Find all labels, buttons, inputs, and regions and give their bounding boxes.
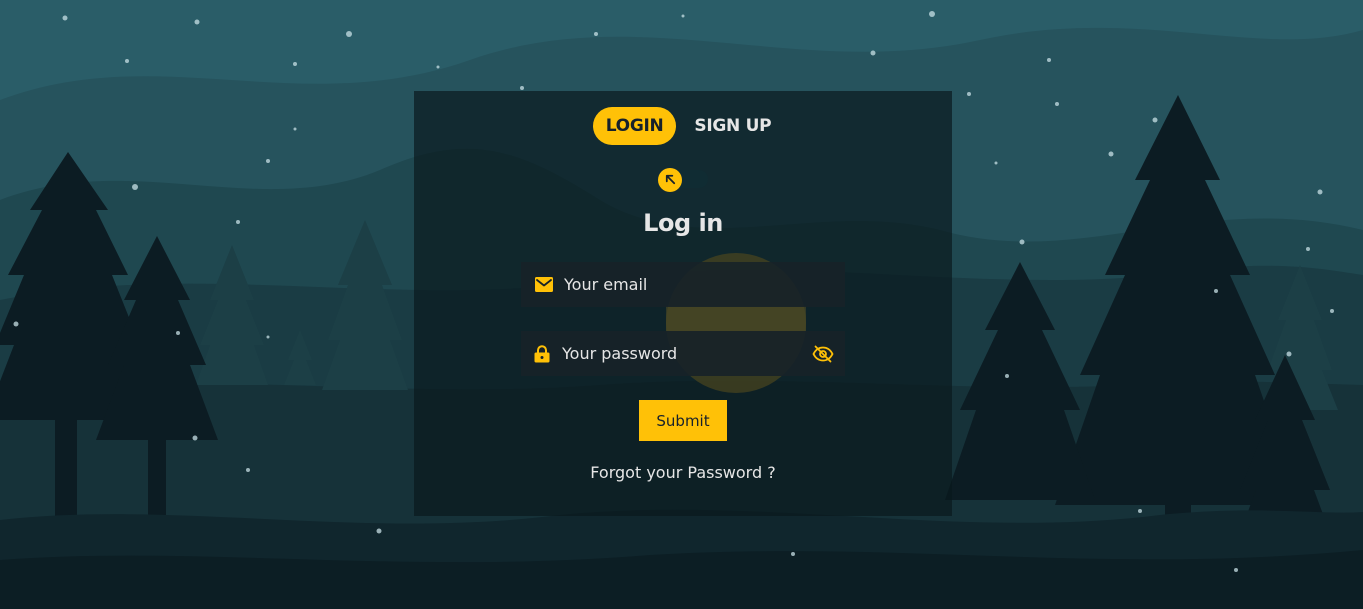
toggle-knob[interactable]: [658, 168, 682, 192]
tab-login[interactable]: LOGIN: [592, 107, 677, 145]
arrow-up-left-icon: [664, 171, 677, 190]
eye-off-icon[interactable]: [811, 342, 835, 366]
login-card: LOGIN SIGN UP Log in Your email Submit F…: [414, 91, 952, 516]
auth-tabs: LOGIN SIGN UP: [414, 107, 952, 145]
lock-icon: [532, 344, 552, 364]
page-title: Log in: [643, 209, 723, 237]
password-field-container: [521, 331, 845, 376]
email-field-container: [521, 262, 845, 307]
mail-icon: [534, 275, 554, 295]
email-input[interactable]: [564, 275, 804, 294]
forgot-password-link[interactable]: Forgot your Password ?: [414, 463, 952, 482]
tab-sign-up[interactable]: SIGN UP: [692, 107, 773, 145]
submit-button[interactable]: Submit: [639, 400, 727, 441]
password-input[interactable]: [562, 344, 802, 363]
mode-toggle[interactable]: [658, 168, 708, 192]
